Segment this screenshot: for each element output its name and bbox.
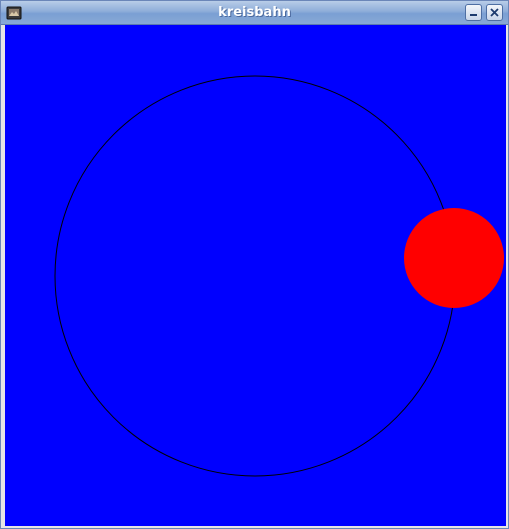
minimize-button[interactable] bbox=[465, 4, 482, 21]
close-button[interactable] bbox=[486, 4, 503, 21]
minimize-icon bbox=[470, 14, 477, 16]
close-icon bbox=[490, 8, 499, 17]
orbiting-ball bbox=[404, 208, 504, 308]
drawing-canvas bbox=[5, 25, 506, 526]
title-bar[interactable]: kreisbahn bbox=[1, 1, 508, 25]
orbit-scene bbox=[5, 25, 506, 526]
app-window: kreisbahn bbox=[0, 0, 509, 529]
window-title: kreisbahn bbox=[218, 5, 291, 20]
